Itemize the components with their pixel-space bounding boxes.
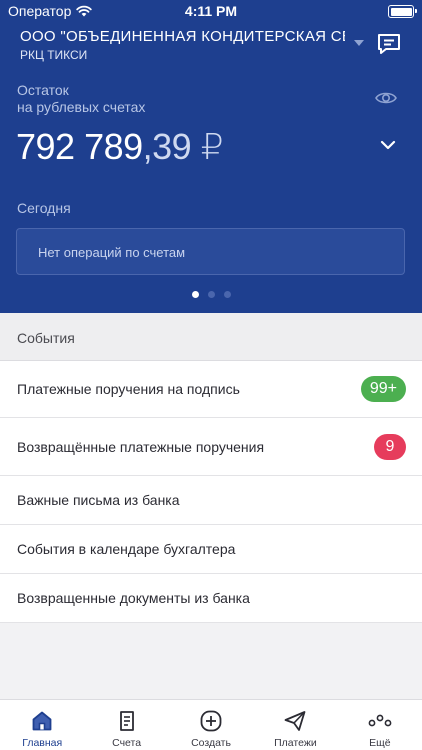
tab-bar: Главная Счета Создать Платежи Ещё <box>0 699 422 750</box>
dropdown-arrow-icon[interactable] <box>354 40 364 46</box>
page-indicator[interactable] <box>0 291 422 298</box>
tab-home[interactable]: Главная <box>0 700 84 750</box>
today-label: Сегодня <box>17 200 71 216</box>
organization-selector[interactable]: ООО "ОБЪЕДИНЕННАЯ КОНДИТЕРСКАЯ СЕ РКЦ ТИ… <box>20 28 360 62</box>
balance-label-line2: на рублевых счетах <box>17 99 146 115</box>
organization-name: ООО "ОБЪЕДИНЕННАЯ КОНДИТЕРСКАЯ СЕ <box>20 28 345 45</box>
events-section-header: События <box>0 313 422 361</box>
tab-label: Главная <box>22 737 63 749</box>
page-dot[interactable] <box>191 291 199 298</box>
page-dot[interactable] <box>223 291 231 298</box>
operations-box: Нет операций по счетам <box>16 228 405 275</box>
account-summary-panel: Оператор 4:11 PM ООО "ОБЪЕДИНЕННАЯ КОНДИ… <box>0 0 422 313</box>
count-badge: 9 <box>374 433 406 460</box>
tab-payments[interactable]: Платежи <box>253 700 337 750</box>
bank-branch-name: РКЦ ТИКСИ <box>20 48 88 62</box>
balance-fraction: ,39 ₽ <box>142 126 224 167</box>
list-item-returned-documents[interactable]: Возвращенные документы из банка <box>0 574 422 623</box>
paper-plane-icon <box>285 711 306 731</box>
eye-icon[interactable] <box>375 89 397 107</box>
tab-more[interactable]: Ещё <box>338 700 422 750</box>
document-icon <box>119 711 134 731</box>
balance-label-line1: Остаток <box>17 82 69 98</box>
page-dot[interactable] <box>207 291 215 298</box>
list-item-label: Возвращённые платежные поручения <box>17 438 265 455</box>
list-item-label: Возвращенные документы из банка <box>17 590 250 606</box>
more-dots-icon <box>368 714 392 727</box>
tab-accounts[interactable]: Счета <box>84 700 168 750</box>
no-operations-text: Нет операций по счетам <box>38 245 186 260</box>
balance-whole: 792 789 <box>16 126 143 167</box>
tab-label: Платежи <box>274 737 317 749</box>
list-item-bank-letters[interactable]: Важные письма из банка <box>0 476 422 525</box>
tab-create[interactable]: Создать <box>169 700 253 750</box>
list-item-label: Важные письма из банка <box>17 492 180 508</box>
list-item-label: События в календаре бухгалтера <box>17 541 236 557</box>
clock: 4:11 PM <box>184 3 238 19</box>
balance-amount: 792 789,39 ₽ <box>16 126 224 168</box>
tab-label: Создать <box>191 737 231 749</box>
chevron-down-icon[interactable] <box>380 139 396 151</box>
count-badge: 99+ <box>360 376 406 402</box>
events-title: События <box>17 330 75 346</box>
battery-icon <box>388 5 417 18</box>
events-list: Платежные поручения на подпись 99+ Возвр… <box>0 361 422 623</box>
list-item-returned-payment-orders[interactable]: Возвращённые платежные поручения 9 <box>0 418 422 476</box>
tab-label: Счета <box>112 737 142 749</box>
plus-circle-icon <box>200 710 222 732</box>
balance-label: Остаток на рублевых счетах <box>17 82 145 116</box>
list-item-payment-orders-to-sign[interactable]: Платежные поручения на подпись 99+ <box>0 361 422 418</box>
list-item-accountant-calendar[interactable]: События в календаре бухгалтера <box>0 525 422 574</box>
status-bar: Оператор 4:11 PM <box>0 0 422 24</box>
home-icon <box>32 711 52 731</box>
chat-icon[interactable] <box>376 32 402 56</box>
tab-label: Ещё <box>369 737 391 749</box>
list-item-label: Платежные поручения на подпись <box>17 381 240 397</box>
